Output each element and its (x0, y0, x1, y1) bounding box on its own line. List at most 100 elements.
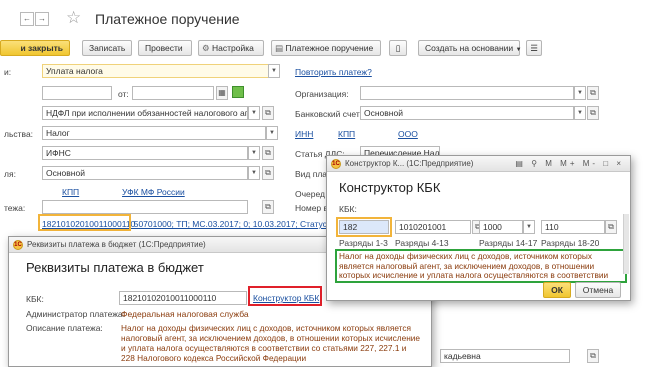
window-controls[interactable]: ▤ ⚲ M M+ M- □ × (515, 156, 624, 171)
kbk-part4-field[interactable]: 110 (541, 220, 605, 234)
bank-account-open-button[interactable]: ⧉ (587, 106, 599, 120)
kbk-window-title: Конструктор К... (1С:Предприятие) (345, 159, 474, 168)
kbk-constructor-label: КБК: (339, 204, 357, 214)
recipient-field[interactable]: ИФНС (42, 146, 248, 160)
organization-field[interactable] (360, 86, 574, 100)
number-in-label: Номер в (295, 203, 329, 213)
budget-kbk-label: КБК: (26, 294, 44, 304)
budget-kbk-field[interactable]: 18210102010011000110 (119, 291, 247, 305)
kbk-part3-dropdown[interactable]: ▼ (523, 220, 535, 234)
forward-button[interactable]: → (35, 12, 49, 26)
chevron-down-icon: ▼ (269, 130, 275, 136)
open-form-icon: ⧉ (265, 108, 271, 117)
chevron-down-icon: ▼ (515, 47, 522, 53)
bottom-open-button[interactable]: ⧉ (587, 349, 599, 363)
kbk-constructor-highlight (248, 286, 322, 306)
app-logo-icon: 1С (13, 240, 23, 250)
account-dropdown[interactable]: ▼ (248, 166, 260, 180)
forward-arrow-icon: → (38, 14, 46, 23)
list-icon-button[interactable]: ☰ (526, 40, 542, 56)
account-field[interactable]: Основной (42, 166, 248, 180)
calendar-icon: ▦ (218, 88, 226, 97)
digits4-label: Разряды 18-20 (541, 238, 600, 248)
bank-account-field[interactable]: Основной (360, 106, 574, 120)
open-form-icon: ⧉ (608, 222, 614, 231)
operation-dropdown[interactable]: ▼ (268, 64, 280, 78)
payment-type-label: Вид пла (295, 169, 328, 179)
save-button[interactable]: Записать (82, 40, 132, 56)
digits1-label: Разряды 1-3 (339, 238, 388, 248)
purpose-label: тежа: (4, 203, 26, 213)
obligation-label: льства: (4, 129, 34, 139)
open-form-icon: ⧉ (590, 88, 596, 97)
organization-open-button[interactable]: ⧉ (587, 86, 599, 100)
list-icon: ☰ (530, 43, 538, 53)
open-form-icon: ⧉ (590, 351, 596, 360)
operation-select[interactable]: Уплата налога (42, 64, 280, 78)
ok-button[interactable]: ОК (543, 282, 571, 298)
tax-select[interactable]: НДФЛ при исполнении обязанностей налогов… (42, 106, 248, 120)
chevron-down-icon: ▼ (526, 224, 532, 230)
bank-account-dropdown[interactable]: ▼ (574, 106, 586, 120)
open-form-icon: ⧉ (590, 108, 596, 117)
favorite-star-icon[interactable]: ☆ (66, 8, 81, 28)
purpose-open-button[interactable]: ⧉ (262, 200, 274, 214)
kpp-link[interactable]: КПП (338, 129, 355, 140)
page-title: Платежное поручение (95, 11, 240, 27)
recipient-open-button[interactable]: ⧉ (262, 146, 274, 160)
ufk-link[interactable]: УФК МФ России (122, 187, 185, 198)
kbk-constructor-window: 1С Конструктор К... (1С:Предприятие) ▤ ⚲… (326, 155, 631, 301)
chevron-down-icon: ▼ (577, 110, 583, 116)
kbk-window-heading: Конструктор КБК (339, 180, 441, 195)
tax-open-button[interactable]: ⧉ (262, 106, 274, 120)
document-icon: ▯ (395, 43, 401, 53)
number-field[interactable] (42, 86, 112, 100)
repeat-payment-link[interactable]: Повторить платеж? (295, 67, 372, 78)
settings-button[interactable]: ⚙ Настройка (198, 40, 264, 56)
create-based-button[interactable]: Создать на основании ▼ (418, 40, 522, 56)
org-name-link[interactable]: ООО (398, 129, 418, 140)
payment-order-print-button[interactable]: ▤ Платежное поручение (271, 40, 381, 56)
payment-order-label: Платежное поручение (285, 43, 374, 53)
organization-label: Организация: (295, 89, 349, 99)
bottom-field[interactable]: кадьевна (440, 349, 570, 363)
tax-dropdown[interactable]: ▼ (248, 106, 260, 120)
open-form-icon: ⧉ (265, 202, 271, 211)
kbk-part4-open-button[interactable]: ⧉ (605, 220, 617, 234)
account-open-button[interactable]: ⧉ (262, 166, 274, 180)
create-based-label: Создать на основании (425, 43, 514, 53)
posted-check-icon (232, 86, 244, 98)
kbk-scrollbar[interactable] (623, 214, 629, 274)
desc-label: Описание платежа: (26, 323, 103, 333)
cancel-button[interactable]: Отмена (575, 282, 621, 298)
post-button[interactable]: Провести (138, 40, 192, 56)
admin-value: Федеральная налоговая служба (121, 309, 249, 319)
calendar-button[interactable]: ▦ (216, 86, 228, 100)
document-icon-button[interactable]: ▯ (389, 40, 407, 56)
obligation-dropdown[interactable]: ▼ (266, 126, 278, 140)
digits3-label: Разряды 14-17 (479, 238, 538, 248)
budget-window-title: Реквизиты платежа в бюджет (1С:Предприят… (27, 240, 206, 249)
inn-link[interactable]: ИНН (295, 129, 313, 140)
chevron-down-icon: ▼ (577, 90, 583, 96)
desc-value: Налог на доходы физических лиц с доходов… (121, 323, 421, 363)
operation-label: и: (4, 67, 12, 77)
budget-window-heading: Реквизиты платежа в бюджет (26, 260, 204, 275)
obligation-select[interactable]: Налог (42, 126, 266, 140)
kbk-part3-field[interactable]: 1000 (479, 220, 523, 234)
gear-icon: ⚙ (202, 43, 210, 53)
back-button[interactable]: ← (20, 12, 34, 26)
open-form-icon: ⧉ (265, 168, 271, 177)
chevron-down-icon: ▼ (271, 68, 277, 74)
kbk-part2-field[interactable]: 1010201001 (395, 220, 471, 234)
recipient-dropdown[interactable]: ▼ (248, 146, 260, 160)
date-field[interactable] (132, 86, 214, 100)
queue-label: Очеред (295, 189, 325, 199)
kpp-recipient-link[interactable]: КПП (62, 187, 79, 198)
organization-dropdown[interactable]: ▼ (574, 86, 586, 100)
back-arrow-icon: ← (23, 14, 31, 23)
purpose-field[interactable] (42, 200, 248, 214)
app-logo-icon: 1С (331, 159, 341, 169)
post-and-close-button[interactable]: и закрыть (0, 40, 70, 56)
kbk-requisites-rest-link[interactable]: ; 50701000; ТП; МС.03.2017; 0; 10.03.201… (129, 219, 341, 230)
